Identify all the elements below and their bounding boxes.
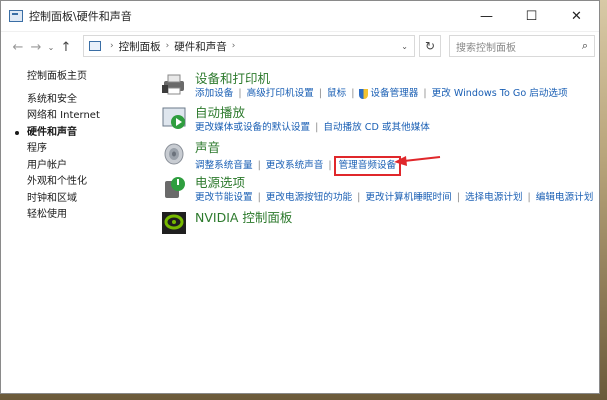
- link-advanced-printer-setup[interactable]: 高级打印机设置: [247, 87, 314, 101]
- category-title[interactable]: 设备和打印机: [195, 71, 568, 87]
- link-edit-plan[interactable]: 编辑电源计划: [536, 191, 594, 205]
- link-power-button[interactable]: 更改电源按钮的功能: [266, 191, 352, 205]
- breadcrumb-control-panel[interactable]: 控制面板: [119, 39, 161, 54]
- refresh-button[interactable]: ↻: [419, 35, 441, 57]
- chevron-right-icon: ›: [165, 41, 170, 51]
- power-icon: [165, 177, 185, 198]
- address-bar[interactable]: › 控制面板 › 硬件和声音 › ⌄: [83, 35, 415, 57]
- shield-icon: [359, 89, 369, 99]
- category-title[interactable]: 自动播放: [195, 105, 430, 121]
- address-dropdown-icon[interactable]: ⌄: [401, 42, 408, 51]
- category-nvidia: NVIDIA 控制面板: [161, 210, 292, 236]
- search-icon[interactable]: ⌕: [582, 39, 588, 53]
- speaker-icon: [164, 143, 184, 165]
- autoplay-icon: [162, 107, 186, 129]
- nvidia-icon: [162, 212, 186, 234]
- sidebar-item-home[interactable]: 控制面板主页: [27, 69, 100, 86]
- link-change-media-defaults[interactable]: 更改媒体或设备的默认设置: [195, 121, 310, 135]
- link-add-device[interactable]: 添加设备: [195, 87, 233, 101]
- sidebar-item-programs[interactable]: 程序: [27, 141, 100, 158]
- category-title[interactable]: NVIDIA 控制面板: [195, 210, 292, 226]
- chevron-right-icon: ›: [231, 41, 236, 51]
- navigation-bar: ← → ⌄ ↑ › 控制面板 › 硬件和声音 › ⌄ ↻ 搜索控制面板 ⌕: [1, 32, 599, 62]
- category-sound: 声音 调整系统音量 | 更改系统声音 | 管理音频设备: [161, 140, 402, 176]
- link-power-saving[interactable]: 更改节能设置: [195, 191, 253, 205]
- control-panel-window: 控制面板\硬件和声音 — ☐ ✕ ← → ⌄ ↑ › 控制面板 › 硬件和声音 …: [0, 0, 600, 394]
- sidebar-item-hardware-sound[interactable]: 硬件和声音: [15, 125, 100, 142]
- link-mouse[interactable]: 鼠标: [327, 87, 346, 101]
- control-panel-icon: [9, 10, 23, 22]
- forward-arrow-icon[interactable]: →: [27, 40, 45, 55]
- annotation-arrow-icon: [394, 156, 441, 166]
- sidebar-item-system-security[interactable]: 系统和安全: [27, 92, 100, 109]
- chevron-right-icon: ›: [110, 41, 114, 51]
- minimize-button[interactable]: —: [464, 1, 509, 31]
- link-change-system-sounds[interactable]: 更改系统声音: [266, 159, 324, 173]
- search-input[interactable]: 搜索控制面板 ⌕: [449, 35, 595, 57]
- control-panel-icon: [89, 41, 101, 51]
- breadcrumb-hardware-sound[interactable]: 硬件和声音: [174, 39, 227, 54]
- printer-icon: [162, 74, 184, 95]
- link-sleep-time[interactable]: 更改计算机睡眠时间: [365, 191, 451, 205]
- link-windows-to-go[interactable]: 更改 Windows To Go 启动选项: [432, 87, 568, 101]
- sidebar-item-user-accounts[interactable]: 用户帐户: [27, 158, 100, 175]
- title-bar[interactable]: 控制面板\硬件和声音 — ☐ ✕: [1, 1, 599, 32]
- sidebar-item-clock-region[interactable]: 时钟和区域: [27, 191, 100, 208]
- maximize-button[interactable]: ☐: [509, 1, 554, 31]
- link-choose-plan[interactable]: 选择电源计划: [465, 191, 523, 205]
- category-power: 电源选项 更改节能设置 | 更改电源按钮的功能 | 更改计算机睡眠时间 | 选择电源计…: [161, 175, 593, 205]
- close-button[interactable]: ✕: [554, 1, 599, 31]
- search-placeholder: 搜索控制面板: [456, 42, 516, 54]
- sidebar-item-ease-of-access[interactable]: 轻松使用: [27, 207, 100, 224]
- category-title[interactable]: 声音: [195, 140, 401, 156]
- category-title[interactable]: 电源选项: [195, 175, 593, 191]
- recent-locations-dropdown[interactable]: ⌄: [45, 43, 57, 52]
- window-title: 控制面板\硬件和声音: [29, 10, 132, 23]
- category-devices-printers: 设备和打印机 添加设备 | 高级打印机设置 | 鼠标 | 设备管理器 | 更改 Wind…: [161, 71, 568, 101]
- link-manage-audio-devices[interactable]: 管理音频设备: [333, 156, 402, 176]
- link-autoplay-cd[interactable]: 自动播放 CD 或其他媒体: [323, 121, 430, 135]
- link-device-manager[interactable]: 设备管理器: [370, 87, 418, 101]
- link-adjust-volume[interactable]: 调整系统音量: [195, 159, 253, 173]
- sidebar-item-network[interactable]: 网络和 Internet: [27, 108, 100, 125]
- back-arrow-icon[interactable]: ←: [9, 40, 27, 55]
- sidebar-item-appearance[interactable]: 外观和个性化: [27, 174, 100, 191]
- sidebar: 控制面板主页 系统和安全 网络和 Internet 硬件和声音 程序 用户帐户 …: [15, 69, 100, 224]
- category-autoplay: 自动播放 更改媒体或设备的默认设置 | 自动播放 CD 或其他媒体: [161, 105, 430, 135]
- up-arrow-icon[interactable]: ↑: [57, 40, 75, 55]
